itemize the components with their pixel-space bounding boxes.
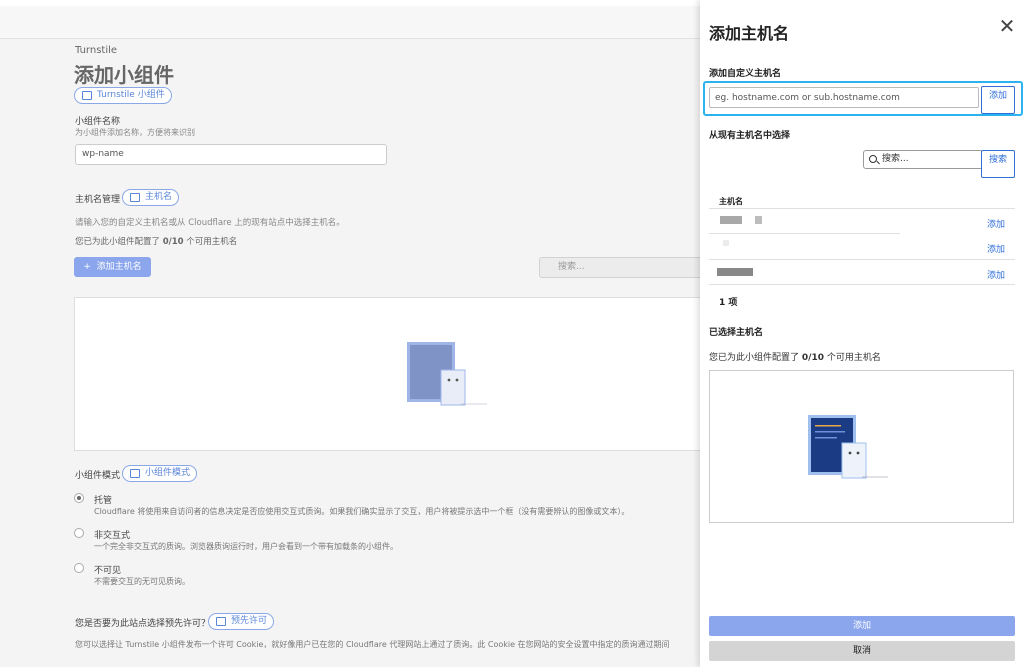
preclearance-doc-link-label: 预先许可: [231, 616, 268, 626]
table-divider: [709, 208, 1015, 209]
mode-radio-invisible[interactable]: [74, 563, 84, 573]
page-title: 添加小组件: [74, 63, 174, 87]
mode-radio-managed[interactable]: [74, 493, 84, 503]
widget-name-label: 小组件名称: [75, 117, 121, 127]
preclearance-doc-link[interactable]: 预先许可: [208, 613, 275, 630]
preclearance-desc: 您可以选择让 Turnstile 小组件发布一个许可 Cookie，就好像用户已…: [75, 640, 670, 649]
mode-label-invisible: 不可见: [94, 566, 122, 576]
book-icon: [216, 617, 226, 626]
empty-state-box: [74, 297, 706, 451]
empty-state-illustration: [407, 342, 487, 406]
selected-hostname-section-label: 已选择主机名: [709, 328, 764, 338]
hostname-mgmt-label: 主机名管理: [75, 195, 121, 205]
redacted-hostname: [720, 216, 742, 224]
existing-hostname-search-button[interactable]: 搜索: [981, 150, 1015, 178]
preclearance-label: 您是否要为此站点选择预先许可？: [75, 619, 211, 629]
panel-title: 添加主机名: [709, 24, 790, 43]
mode-desc-invisible: 不需要交互的无可见质询。: [94, 577, 190, 586]
mode-label-managed: 托管: [94, 496, 113, 506]
hostname-doc-link[interactable]: 主机名: [122, 189, 180, 206]
redacted-hostname: [723, 240, 729, 246]
existing-hostname-search-input[interactable]: 搜索...: [863, 150, 983, 169]
search-icon: [869, 155, 877, 163]
existing-hostname-search-placeholder: 搜索...: [882, 154, 909, 164]
row-divider: [709, 284, 1015, 285]
hostname-search-input[interactable]: 搜索...: [539, 257, 724, 278]
hostname-doc-link-label: 主机名: [145, 192, 173, 202]
selected-quota-prefix: 您已为此小组件配置了: [709, 353, 800, 363]
row-count: 1 项: [719, 298, 738, 308]
empty-state-illustration: [808, 415, 888, 479]
mode-label-non-interactive: 非交互式: [94, 531, 131, 541]
widget-name-input[interactable]: wp-name: [75, 144, 387, 165]
book-icon: [130, 193, 140, 202]
hostname-column-header: 主机名: [719, 197, 743, 206]
breadcrumb[interactable]: Turnstile: [75, 45, 117, 56]
row-add-link[interactable]: 添加: [987, 242, 1005, 255]
row-add-link[interactable]: 添加: [987, 268, 1005, 281]
close-icon[interactable]: ✕: [997, 16, 1017, 36]
row-add-link[interactable]: 添加: [987, 217, 1005, 230]
book-icon: [82, 91, 92, 100]
hostname-quota: 您已为此小组件配置了 0/10 个可用主机名: [75, 235, 237, 247]
hostname-help: 请输入您的自定义主机名或从 Cloudflare 上的现有站点中选择主机名。: [75, 218, 345, 228]
custom-hostname-section-label: 添加自定义主机名: [709, 69, 782, 79]
selected-quota-value: 0/10: [801, 353, 824, 363]
mode-desc-managed: Cloudflare 将使用来自访问者的信息决定是否应使用交互式质询。如果我们确…: [94, 507, 630, 516]
hostname-quota-suffix: 个可用主机名: [186, 237, 238, 247]
submit-button[interactable]: 添加: [709, 616, 1015, 636]
turnstile-doc-link[interactable]: Turnstile 小组件: [74, 87, 172, 104]
mode-radio-non-interactive[interactable]: [74, 528, 84, 538]
book-icon: [130, 469, 140, 478]
add-hostname-button[interactable]: + 添加主机名: [74, 257, 151, 277]
selected-empty-state-box: [709, 370, 1014, 523]
custom-hostname-input[interactable]: [709, 87, 979, 108]
selected-quota-suffix: 个可用主机名: [826, 353, 881, 363]
selected-quota-note: 您已为此小组件配置了 0/10 个可用主机名: [709, 350, 881, 363]
row-divider: [709, 259, 1015, 260]
redacted-hostname: [717, 268, 753, 276]
widget-mode-doc-link[interactable]: 小组件模式: [122, 465, 198, 482]
hostname-quota-value: 0/10: [162, 237, 184, 247]
plus-icon: +: [83, 262, 97, 272]
row-divider: [709, 233, 900, 234]
custom-hostname-add-button[interactable]: 添加: [981, 86, 1015, 114]
widget-mode-doc-link-label: 小组件模式: [145, 468, 191, 478]
mode-desc-non-interactive: 一个完全非交互式的质询。浏览器质询运行时，用户会看到一个带有加载条的小组件。: [94, 542, 398, 551]
widget-name-help: 为小组件添加名称，方便将来识别: [75, 128, 195, 137]
hostname-quota-prefix: 您已为此小组件配置了: [75, 237, 161, 247]
add-hostname-button-label: 添加主机名: [96, 262, 142, 272]
existing-hostname-section-label: 从现有主机名中选择: [709, 131, 791, 141]
redacted-hostname: [755, 216, 762, 224]
turnstile-doc-link-label: Turnstile 小组件: [97, 90, 165, 100]
widget-mode-label: 小组件模式: [75, 471, 121, 481]
add-hostname-panel: 添加主机名 ✕ 添加自定义主机名 添加 从现有主机名中选择 搜索... 搜索 主…: [700, 0, 1024, 667]
cancel-button[interactable]: 取消: [709, 641, 1015, 661]
